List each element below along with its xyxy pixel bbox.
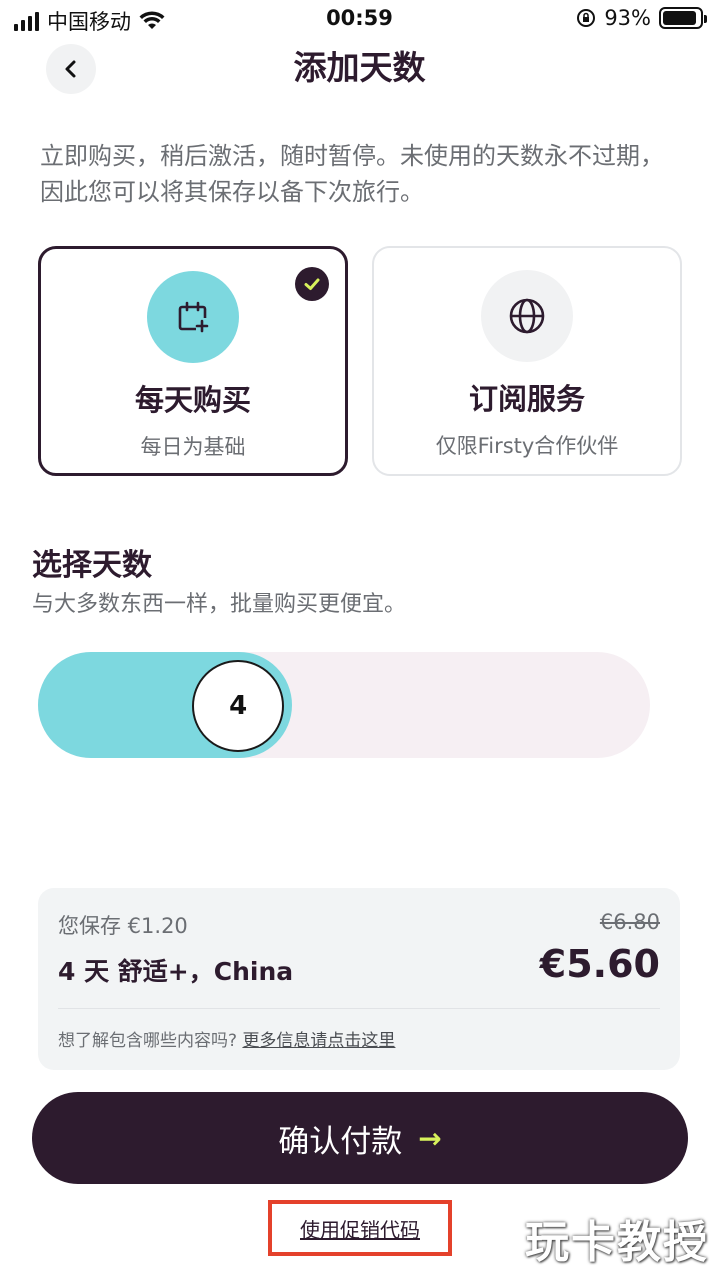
promo-highlight-box: 使用促销代码 xyxy=(268,1200,452,1256)
promo-code-link[interactable]: 使用促销代码 xyxy=(300,1214,420,1243)
savings-text: 您保存 €1.20 xyxy=(58,914,188,938)
orientation-lock-icon xyxy=(577,9,596,27)
info-row: 想了解包含哪些内容吗? 更多信息请点击这里 xyxy=(58,1026,395,1051)
plan-card-daily[interactable]: 每天购买 每日为基础 xyxy=(38,246,348,476)
plan-icon-circle xyxy=(147,271,239,363)
battery-fill xyxy=(663,11,697,25)
total-price: €5.60 xyxy=(539,942,660,986)
divider xyxy=(58,1008,660,1009)
section-subtitle: 与大多数东西一样，批量购买更便宜。 xyxy=(32,592,407,617)
status-right: 93% xyxy=(576,6,707,30)
checkmark-icon xyxy=(295,267,329,301)
plan-title: 订阅服务 xyxy=(468,382,585,416)
arrow-right-icon: → xyxy=(418,1121,442,1155)
days-slider[interactable]: 4 xyxy=(38,652,650,758)
plan-icon-circle xyxy=(481,270,573,362)
battery-icon xyxy=(659,7,707,29)
intro-text: 立即购买，稍后激活，随时暂停。未使用的天数永不过期，因此您可以将其保存以备下次旅… xyxy=(40,142,664,206)
status-bar: 中国移动 00:59 93% xyxy=(0,0,719,40)
section-title: 选择天数 xyxy=(32,548,152,583)
days-value: 4 xyxy=(229,691,248,721)
confirm-label: 确认付款 xyxy=(278,1123,403,1160)
watermark: 玩卡教授 xyxy=(525,1217,709,1268)
globe-icon xyxy=(509,298,545,334)
info-question: 想了解包含哪些内容吗? xyxy=(58,1031,238,1051)
battery-percent: 93% xyxy=(604,6,651,30)
more-info-link[interactable]: 更多信息请点击这里 xyxy=(242,1031,395,1051)
calendar-plus-icon xyxy=(178,301,209,333)
plan-title: 每天购买 xyxy=(134,383,251,417)
page-title: 添加天数 xyxy=(293,48,426,87)
summary-card: 您保存 €1.20 €6.80 4 天 舒适+，China €5.60 想了解包… xyxy=(38,888,680,1070)
plan-card-subscription[interactable]: 订阅服务 仅限Firsty合作伙伴 xyxy=(372,246,682,476)
plan-subtitle: 每日为基础 xyxy=(140,435,246,459)
plan-subtitle: 仅限Firsty合作伙伴 xyxy=(435,434,619,458)
slider-knob[interactable]: 4 xyxy=(192,660,285,752)
original-price: €6.80 xyxy=(599,910,660,934)
plan-summary: 4 天 舒适+，China xyxy=(58,957,294,986)
confirm-payment-button[interactable]: 确认付款 → xyxy=(32,1092,688,1184)
